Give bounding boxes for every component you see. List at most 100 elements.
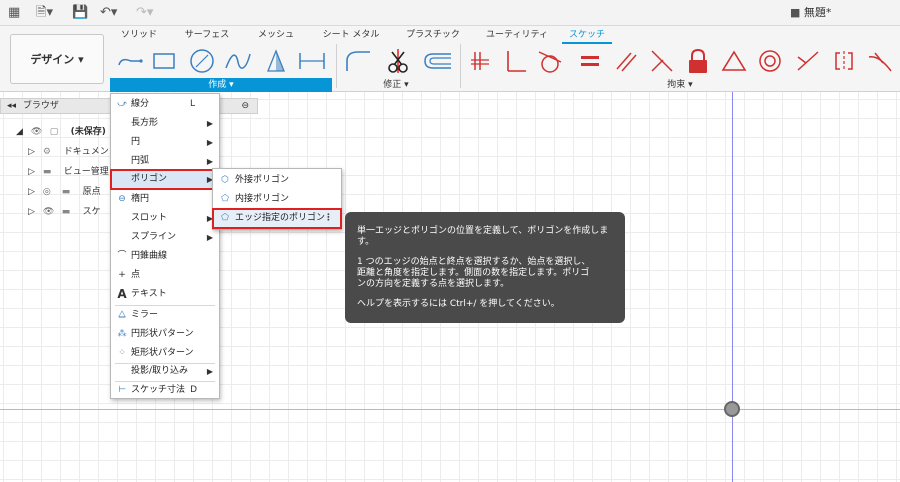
tab-surface[interactable]: サーフェス — [180, 26, 234, 44]
expand-triangle-icon[interactable]: ▷ — [28, 183, 40, 201]
folder-icon: ▬ — [61, 207, 71, 217]
collapse-arrows-icon[interactable]: ◂◂ — [7, 101, 16, 111]
rectangle-tool-icon[interactable] — [150, 46, 178, 76]
expand-triangle-icon[interactable]: ▷ — [28, 163, 40, 181]
more-options-icon[interactable]: ⋮ — [324, 209, 333, 228]
ribbon-separator — [460, 44, 461, 88]
menu-item-conic-curve[interactable]: ⌒ 円錐曲線 — [111, 247, 219, 266]
conic-curve-icon: ⌒ — [117, 251, 127, 261]
undo-icon[interactable]: ↶▾ — [100, 4, 117, 22]
tab-utility[interactable]: ユーティリティ — [482, 26, 552, 44]
command-tooltip: 単一エッジとポリゴンの位置を定義して、ポリゴンを作成しま す。 1 つのエッジの… — [345, 212, 625, 323]
app-grid-icon[interactable]: ▦ — [8, 4, 20, 22]
create-dropdown-menu: ⤻ 線分 L 長方形 ▶ 円 ▶ 円弧 ▶ ポリゴン ▶ ⊖ 楕円 スロット ▶ スプライン ▶ … — [110, 93, 220, 399]
spline-tool-icon[interactable] — [224, 46, 252, 76]
origin-point[interactable] — [724, 401, 740, 417]
curvature-constraint-icon[interactable] — [866, 46, 894, 76]
collapse-triangle-icon[interactable]: ◢ — [16, 123, 28, 141]
symmetry-constraint-icon[interactable] — [830, 46, 858, 76]
file-icon[interactable]: 🗎▾ — [36, 4, 53, 22]
edge-polygon-icon: ⬠ — [221, 213, 229, 223]
browser-row-named-views[interactable]: ▷ ▬ ビュー管理 — [28, 163, 109, 181]
create-group-dropdown[interactable]: 作成 ▾ — [110, 78, 332, 92]
eye-icon[interactable]: 👁 — [43, 203, 59, 221]
modify-group-dropdown[interactable]: 修正 ▾ — [366, 78, 426, 92]
dimension-tool-icon[interactable] — [298, 46, 326, 76]
eye-icon[interactable]: 👁 — [31, 123, 47, 141]
menu-item-rectangular-pattern[interactable]: ⁘ 矩形状パターン — [111, 344, 219, 363]
tooltip-summary: 単一エッジとポリゴンの位置を定義して、ポリゴンを作成しま す。 — [357, 226, 609, 247]
minimize-icon[interactable]: ⊖ — [241, 99, 249, 113]
perpendicular-constraint-icon[interactable] — [502, 46, 530, 76]
point-icon: + — [118, 270, 126, 280]
eye-hidden-icon[interactable]: ◎ — [43, 183, 59, 201]
mirror-icon: ⧋ — [117, 310, 127, 320]
offset-tool-icon[interactable] — [420, 46, 454, 76]
constraints-group-dropdown[interactable]: 拘束 ▾ — [650, 78, 710, 92]
submenu-item-edge-polygon[interactable]: ⬠ エッジ指定のポリゴン ⋮ — [212, 208, 342, 229]
coincident-constraint-icon[interactable] — [466, 46, 494, 76]
component-icon: ▢ — [49, 127, 59, 137]
triangle-tool-icon[interactable] — [262, 46, 290, 76]
triangle-constraint-icon[interactable] — [720, 46, 748, 76]
browser-row-document-settings[interactable]: ▷ ⚙ ドキュメン — [28, 143, 109, 161]
menu-item-point[interactable]: + 点 — [111, 266, 219, 285]
folder-icon: ▬ — [42, 167, 52, 177]
parallel-constraint-icon[interactable] — [612, 46, 640, 76]
line-tool-icon[interactable] — [116, 46, 144, 76]
tangent-constraint-icon[interactable] — [536, 46, 564, 76]
submenu-item-inscribed-polygon[interactable]: ⬠ 内接ポリゴン — [213, 190, 341, 209]
menu-item-arc[interactable]: 円弧 ▶ — [111, 152, 219, 171]
submenu-arrow-icon: ▶ — [206, 233, 213, 242]
menu-item-sketch-dimension[interactable]: ⊢ スケッチ寸法 D — [111, 381, 219, 400]
menu-item-circular-pattern[interactable]: ⁂ 円形状パターン — [111, 325, 219, 344]
trim-scissors-icon[interactable] — [384, 46, 412, 76]
save-icon[interactable]: 💾 — [72, 4, 88, 22]
redo-icon[interactable]: ↷▾ — [136, 4, 153, 22]
menu-item-polygon[interactable]: ポリゴン ▶ — [110, 169, 220, 190]
gear-icon: ⚙ — [42, 147, 51, 157]
tab-solid[interactable]: ソリッド — [116, 26, 162, 44]
browser-item-label: 原点 — [82, 187, 101, 197]
dimension-icon: ⊢ — [118, 385, 126, 395]
tooltip-help-hint: ヘルプを表示するには Ctrl+/ を押してください。 — [357, 299, 560, 309]
tab-mesh[interactable]: メッシュ — [254, 26, 298, 44]
browser-row-sketches[interactable]: ▷ 👁 ▬ スケ — [28, 203, 101, 221]
menu-item-project-include[interactable]: 投影/取り込み ▶ — [111, 362, 219, 381]
submenu-arrow-icon: ▶ — [206, 138, 213, 147]
midpoint-constraint-icon[interactable] — [794, 46, 822, 76]
expand-triangle-icon[interactable]: ▷ — [28, 203, 40, 221]
collinear-constraint-icon[interactable] — [648, 46, 676, 76]
submenu-item-circumscribed-polygon[interactable]: ⬡ 外接ポリゴン — [213, 171, 341, 190]
ribbon: デザイン ▾ ソリッド サーフェス メッシュ シート メタル プラスチック ユー… — [0, 26, 900, 92]
browser-item-label: (未保存) — [70, 127, 106, 137]
fillet-tool-icon[interactable] — [344, 46, 372, 76]
cube-icon: ■ — [790, 6, 801, 19]
menu-item-line[interactable]: ⤻ 線分 L — [111, 95, 219, 114]
menu-item-spline[interactable]: スプライン ▶ — [111, 228, 219, 247]
vertical-axis-line — [732, 92, 733, 482]
equal-constraint-icon[interactable] — [576, 46, 604, 76]
menu-item-mirror[interactable]: ⧋ ミラー — [111, 306, 219, 325]
browser-row-origin[interactable]: ▷ ◎ ▬ 原点 — [28, 183, 101, 201]
circle-tool-icon[interactable] — [188, 46, 216, 76]
concentric-constraint-icon[interactable] — [756, 46, 784, 76]
tab-sketch[interactable]: スケッチ — [562, 26, 612, 44]
expand-triangle-icon[interactable]: ▷ — [28, 143, 40, 161]
browser-root-row[interactable]: ◢ 👁 ▢ (未保存) — [16, 123, 106, 141]
menu-item-slot[interactable]: スロット ▶ — [111, 209, 219, 228]
document-tab[interactable]: ■ 無題* — [780, 3, 841, 23]
menu-item-ellipse[interactable]: ⊖ 楕円 — [111, 190, 219, 209]
polygon-submenu: ⬡ 外接ポリゴン ⬠ 内接ポリゴン ⬠ エッジ指定のポリゴン ⋮ — [212, 168, 342, 230]
circular-pattern-icon: ⁂ — [117, 329, 127, 339]
fix-lock-icon[interactable] — [684, 46, 712, 76]
menu-item-rectangle[interactable]: 長方形 ▶ — [111, 114, 219, 133]
folder-icon: ▬ — [61, 187, 71, 197]
workspace-switcher-button[interactable]: デザイン ▾ — [10, 34, 104, 84]
tab-plastic[interactable]: プラスチック — [402, 26, 464, 44]
menu-item-text[interactable]: A テキスト — [111, 285, 219, 304]
tooltip-description: 1 つのエッジの始点と終点を選択するか、始点を選択し、 距離と角度を指定します。… — [357, 257, 591, 289]
menu-item-circle[interactable]: 円 ▶ — [111, 133, 219, 152]
tab-sheet-metal[interactable]: シート メタル — [318, 26, 384, 44]
document-title: 無題* — [803, 6, 832, 19]
